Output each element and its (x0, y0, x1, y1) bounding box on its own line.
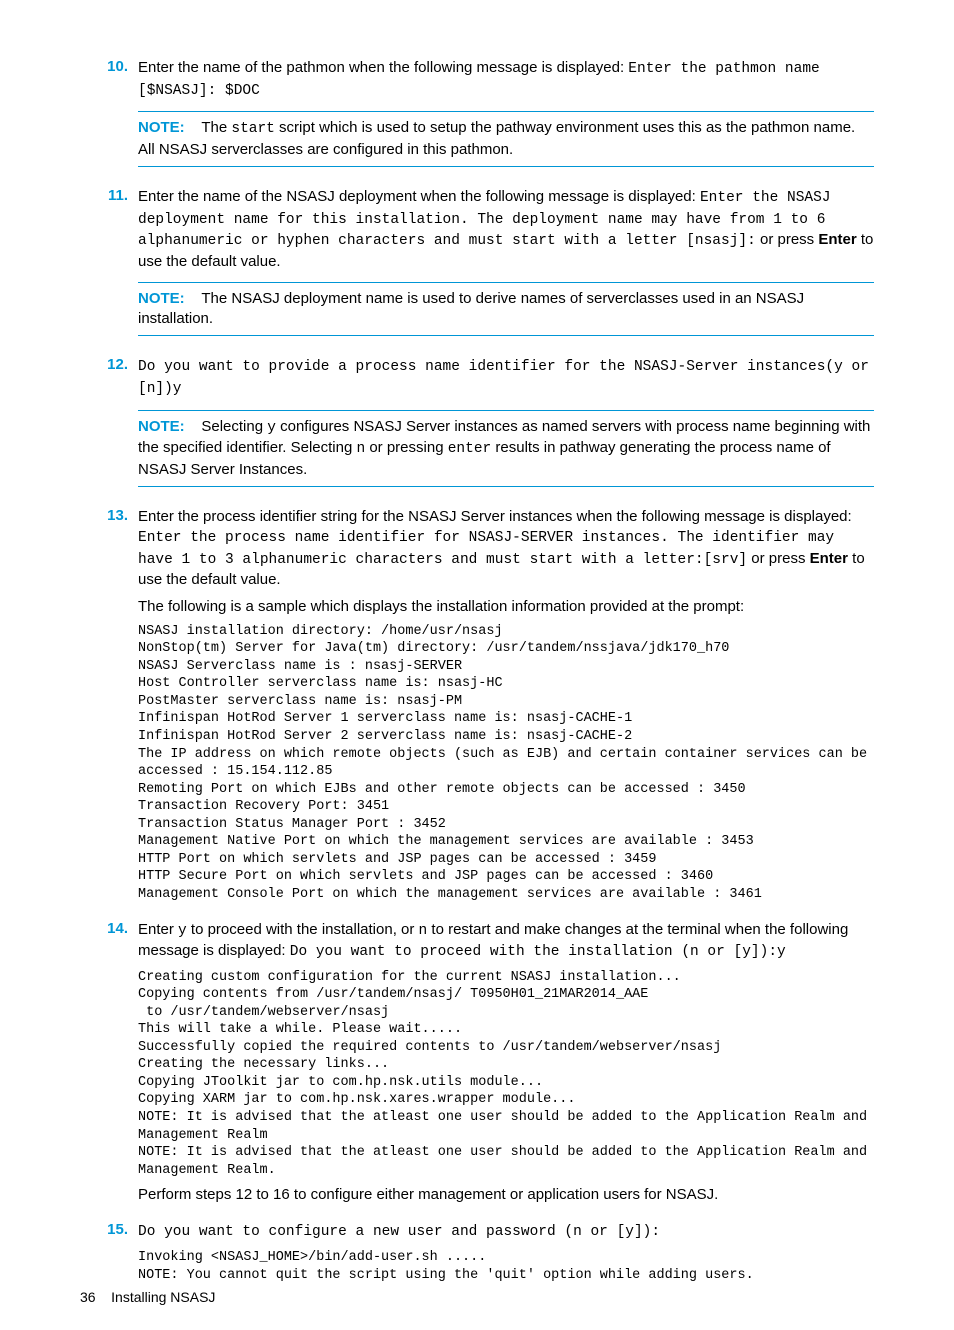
note-label: NOTE: (138, 418, 185, 435)
note-label: NOTE: (138, 119, 185, 136)
note-code: y (267, 420, 276, 436)
intro-text: The following is a sample which displays… (138, 597, 874, 617)
page-footer: 36 Installing NSASJ (80, 1289, 215, 1305)
list-number: 14. (80, 920, 138, 1212)
code: y (178, 923, 187, 939)
code: Do you want to proceed with the installa… (290, 944, 786, 960)
note-label: NOTE: (138, 290, 185, 307)
list-number: 15. (80, 1221, 138, 1290)
text: Enter the process identifier string for … (138, 508, 852, 525)
note-code: start (231, 121, 275, 137)
text: to proceed with the installation, or (187, 921, 419, 938)
document-page: 10. Enter the name of the pathmon when t… (0, 0, 954, 1330)
note-box: NOTE: Selecting y configures NSASJ Serve… (138, 410, 874, 487)
note-part: The (201, 119, 231, 136)
list-body: Enter y to proceed with the installation… (138, 920, 874, 1212)
page-number: 36 (80, 1289, 96, 1305)
list-item-15: 15. Do you want to configure a new user … (80, 1221, 874, 1290)
bold: Enter (818, 231, 856, 248)
note-box: NOTE: The NSASJ deployment name is used … (138, 282, 874, 337)
code-block: Invoking <NSASJ_HOME>/bin/add-user.sh ..… (138, 1249, 874, 1284)
note-text: The NSASJ deployment name is used to der… (138, 290, 804, 327)
list-item-10: 10. Enter the name of the pathmon when t… (80, 58, 874, 177)
list-number: 11. (80, 187, 138, 346)
list-body: Enter the process identifier string for … (138, 507, 874, 910)
post-text: Perform steps 12 to 16 to configure eith… (138, 1185, 874, 1205)
list-item-13: 13. Enter the process identifier string … (80, 507, 874, 910)
list-number: 12. (80, 356, 138, 497)
note-text: Selecting y configures NSASJ Server inst… (138, 418, 870, 478)
text: Enter the name of the NSASJ deployment w… (138, 188, 700, 205)
note-part: or pressing (365, 439, 448, 456)
text: Enter (138, 921, 178, 938)
code: n (419, 923, 428, 939)
list-body: Do you want to provide a process name id… (138, 356, 874, 497)
code-block: Creating custom configuration for the cu… (138, 969, 874, 1180)
list-number: 10. (80, 58, 138, 177)
code: Enter the process name identifier for NS… (138, 530, 834, 568)
text: Enter the name of the pathmon when the f… (138, 59, 628, 76)
text: or press (756, 231, 819, 248)
text: or press (747, 550, 810, 567)
bold: Enter (810, 550, 848, 567)
list-body: Enter the name of the NSASJ deployment w… (138, 187, 874, 346)
code: Do you want to configure a new user and … (138, 1224, 660, 1240)
note-part: Selecting (201, 418, 267, 435)
footer-title: Installing NSASJ (111, 1289, 215, 1305)
code: Do you want to provide a process name id… (138, 359, 869, 397)
note-code: enter (448, 441, 492, 457)
list-item-11: 11. Enter the name of the NSASJ deployme… (80, 187, 874, 346)
list-item-14: 14. Enter y to proceed with the installa… (80, 920, 874, 1212)
list-body: Enter the name of the pathmon when the f… (138, 58, 874, 177)
code-block: NSASJ installation directory: /home/usr/… (138, 623, 874, 904)
list-body: Do you want to configure a new user and … (138, 1221, 874, 1290)
list-item-12: 12. Do you want to provide a process nam… (80, 356, 874, 497)
note-part: The NSASJ deployment name is used to der… (138, 290, 804, 327)
list-number: 13. (80, 507, 138, 910)
note-code: n (356, 441, 365, 457)
note-text: The start script which is used to setup … (138, 119, 855, 158)
note-box: NOTE: The start script which is used to … (138, 111, 874, 167)
